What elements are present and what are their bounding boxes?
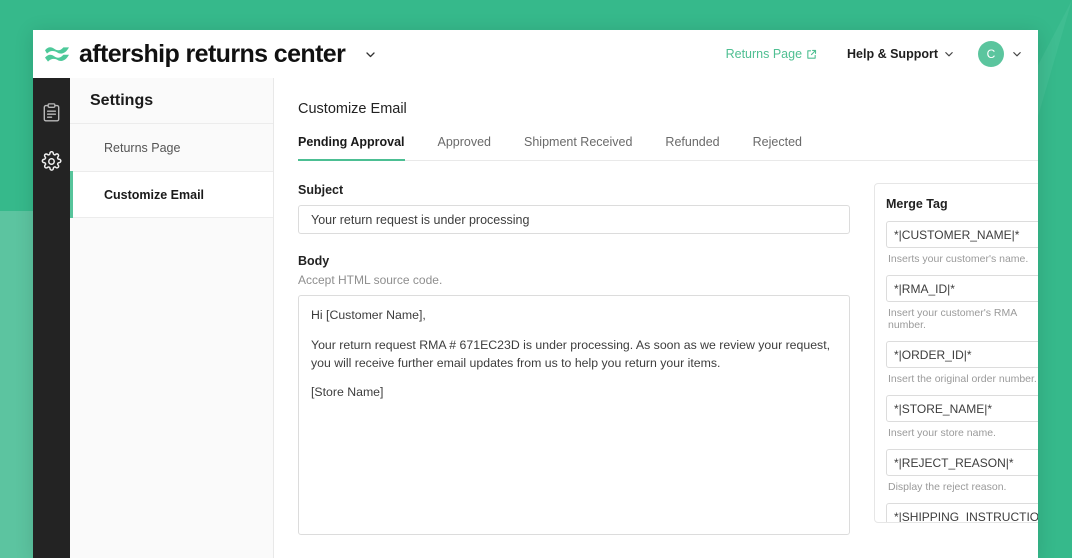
merge-tag-input-order-id[interactable]: *|ORDER_ID|* — [886, 341, 1038, 368]
external-link-icon — [807, 49, 817, 59]
tab-shipment-received[interactable]: Shipment Received — [524, 135, 632, 160]
avatar[interactable]: C — [978, 41, 1004, 67]
body-paragraph: Hi [Customer Name], — [311, 308, 426, 322]
body-textarea[interactable]: Hi [Customer Name], Your return request … — [298, 295, 850, 535]
rail-item-settings[interactable] — [33, 137, 70, 186]
tab-refunded[interactable]: Refunded — [665, 135, 719, 160]
merge-tag-description: Display the reject reason. — [888, 481, 1007, 493]
avatar-initial: C — [986, 47, 996, 61]
merge-tag-input-store-name[interactable]: *|STORE_NAME|* — [886, 395, 1038, 422]
settings-nav-filler — [70, 218, 273, 558]
editor-row: Subject Your return request is under pro… — [298, 183, 1038, 535]
page-title: Settings — [70, 78, 273, 124]
aftership-logo-icon — [45, 47, 69, 62]
tab-label: Pending Approval — [298, 135, 405, 149]
subject-value: Your return request is under processing — [311, 212, 530, 227]
merge-tag-token: *|REJECT_REASON|* — [894, 455, 1014, 470]
account-chevron-down-icon[interactable] — [1012, 49, 1022, 59]
body-label: Body — [298, 254, 330, 268]
merge-tag-token: *|ORDER_ID|* — [894, 347, 972, 362]
app-window: aftership returns center Returns Page He… — [33, 30, 1038, 558]
clipboard-icon — [43, 103, 60, 122]
merge-tag-description: Inserts your customer's name. — [888, 253, 1029, 265]
section-title: Customize Email — [298, 101, 407, 117]
merge-tag-token: *|SHIPPING_INSTRUCTIONS|* — [894, 509, 1038, 523]
returns-page-label: Returns Page — [725, 47, 803, 61]
body-paragraph: Your return request RMA # 671EC23D is un… — [311, 337, 831, 370]
returns-page-link[interactable]: Returns Page — [726, 47, 817, 61]
subject-label: Subject — [298, 183, 344, 197]
sidebar-item-label: Returns Page — [104, 140, 181, 155]
main-content: Customize Email Pending Approval Approve… — [274, 78, 1038, 558]
tab-label: Rejected — [752, 135, 802, 149]
merge-tag-input-shipping-instructions[interactable]: *|SHIPPING_INSTRUCTIONS|* — [886, 503, 1038, 523]
chevron-down-icon — [944, 49, 954, 59]
subject-input[interactable]: Your return request is under processing — [298, 205, 850, 234]
settings-nav: Settings Returns Page Customize Email — [70, 78, 274, 558]
brand-title: aftership returns center — [79, 39, 346, 68]
app-body: Settings Returns Page Customize Email Cu… — [33, 78, 1038, 558]
merge-tag-input-rma-id[interactable]: *|RMA_ID|* — [886, 275, 1038, 302]
help-support-menu[interactable]: Help & Support — [847, 47, 954, 61]
merge-tag-card: Merge Tag *|CUSTOMER_NAME|* Inserts your… — [874, 183, 1038, 523]
gear-icon — [41, 151, 62, 171]
sidebar-item-returns-page[interactable]: Returns Page — [70, 124, 273, 171]
merge-tag-description: Insert the original order number. — [888, 373, 1037, 385]
merge-tag-input-reject-reason[interactable]: *|REJECT_REASON|* — [886, 449, 1038, 476]
icon-rail — [33, 78, 70, 558]
sidebar-item-label: Customize Email — [104, 187, 205, 202]
merge-tag-description: Insert your store name. — [888, 427, 996, 439]
tab-bar: Pending Approval Approved Shipment Recei… — [298, 135, 1038, 161]
merge-tag-panel: Merge Tag *|CUSTOMER_NAME|* Inserts your… — [874, 183, 1038, 535]
merge-tag-token: *|RMA_ID|* — [894, 281, 955, 296]
body-hint: Accept HTML source code. — [298, 273, 443, 287]
tab-label: Shipment Received — [524, 135, 633, 149]
brand[interactable]: aftership returns center — [44, 40, 376, 69]
top-bar: aftership returns center Returns Page He… — [33, 30, 1038, 78]
tab-approved[interactable]: Approved — [438, 135, 492, 160]
tab-pending-approval[interactable]: Pending Approval — [298, 135, 405, 161]
tab-rejected[interactable]: Rejected — [753, 135, 802, 160]
merge-tag-title: Merge Tag — [886, 197, 948, 211]
tab-label: Approved — [437, 135, 492, 149]
sidebar-item-customize-email[interactable]: Customize Email — [70, 171, 273, 218]
merge-tag-token: *|STORE_NAME|* — [894, 401, 993, 416]
email-form: Subject Your return request is under pro… — [298, 183, 850, 535]
merge-tag-token: *|CUSTOMER_NAME|* — [894, 227, 1020, 242]
tab-label: Refunded — [665, 135, 720, 149]
help-support-label: Help & Support — [847, 47, 938, 61]
merge-tag-description: Insert your customer's RMA number. — [888, 307, 1017, 331]
merge-tag-input-customer-name[interactable]: *|CUSTOMER_NAME|* — [886, 221, 1038, 248]
chevron-down-icon[interactable] — [365, 49, 376, 60]
body-paragraph: [Store Name] — [311, 385, 384, 400]
rail-item-orders[interactable] — [33, 88, 70, 137]
top-bar-right: Returns Page Help & Support C — [726, 41, 1022, 67]
